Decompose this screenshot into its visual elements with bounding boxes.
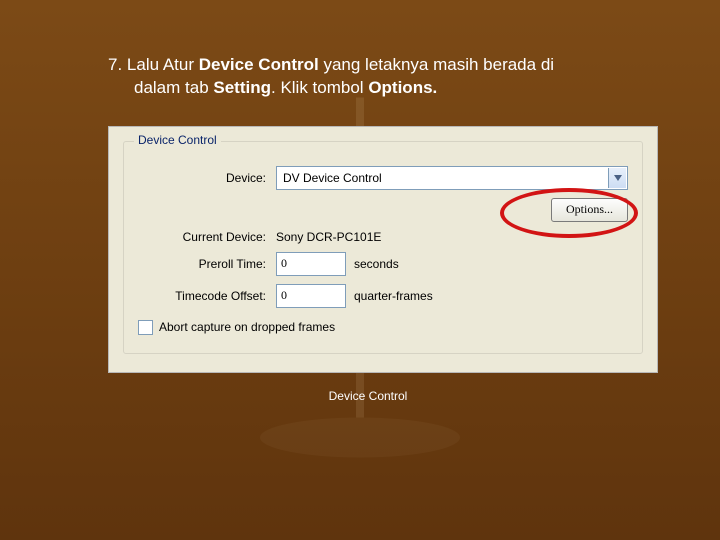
preroll-input[interactable] [276,252,346,276]
device-control-panel: Device Control Device: DV Device Control… [108,126,658,373]
timecode-offset-unit: quarter-frames [354,289,433,303]
abort-capture-label: Abort capture on dropped frames [159,320,335,334]
timecode-offset-label: Timecode Offset: [138,289,266,303]
device-dropdown-value: DV Device Control [277,171,388,185]
device-label: Device: [138,171,266,185]
chevron-down-icon[interactable] [608,168,626,188]
device-control-groupbox: Device Control Device: DV Device Control… [123,141,643,354]
options-button[interactable]: Options... [551,198,628,222]
preroll-unit: seconds [354,257,399,271]
preroll-label: Preroll Time: [138,257,266,271]
abort-capture-checkbox[interactable] [138,320,153,335]
timecode-offset-input[interactable] [276,284,346,308]
figure-caption: Device Control [108,389,628,403]
groupbox-title: Device Control [134,133,221,147]
current-device-label: Current Device: [138,230,266,244]
instruction-text: 7. Lalu Atur Device Control yang letakny… [108,54,668,100]
current-device-value: Sony DCR-PC101E [276,230,381,244]
device-dropdown[interactable]: DV Device Control [276,166,628,190]
